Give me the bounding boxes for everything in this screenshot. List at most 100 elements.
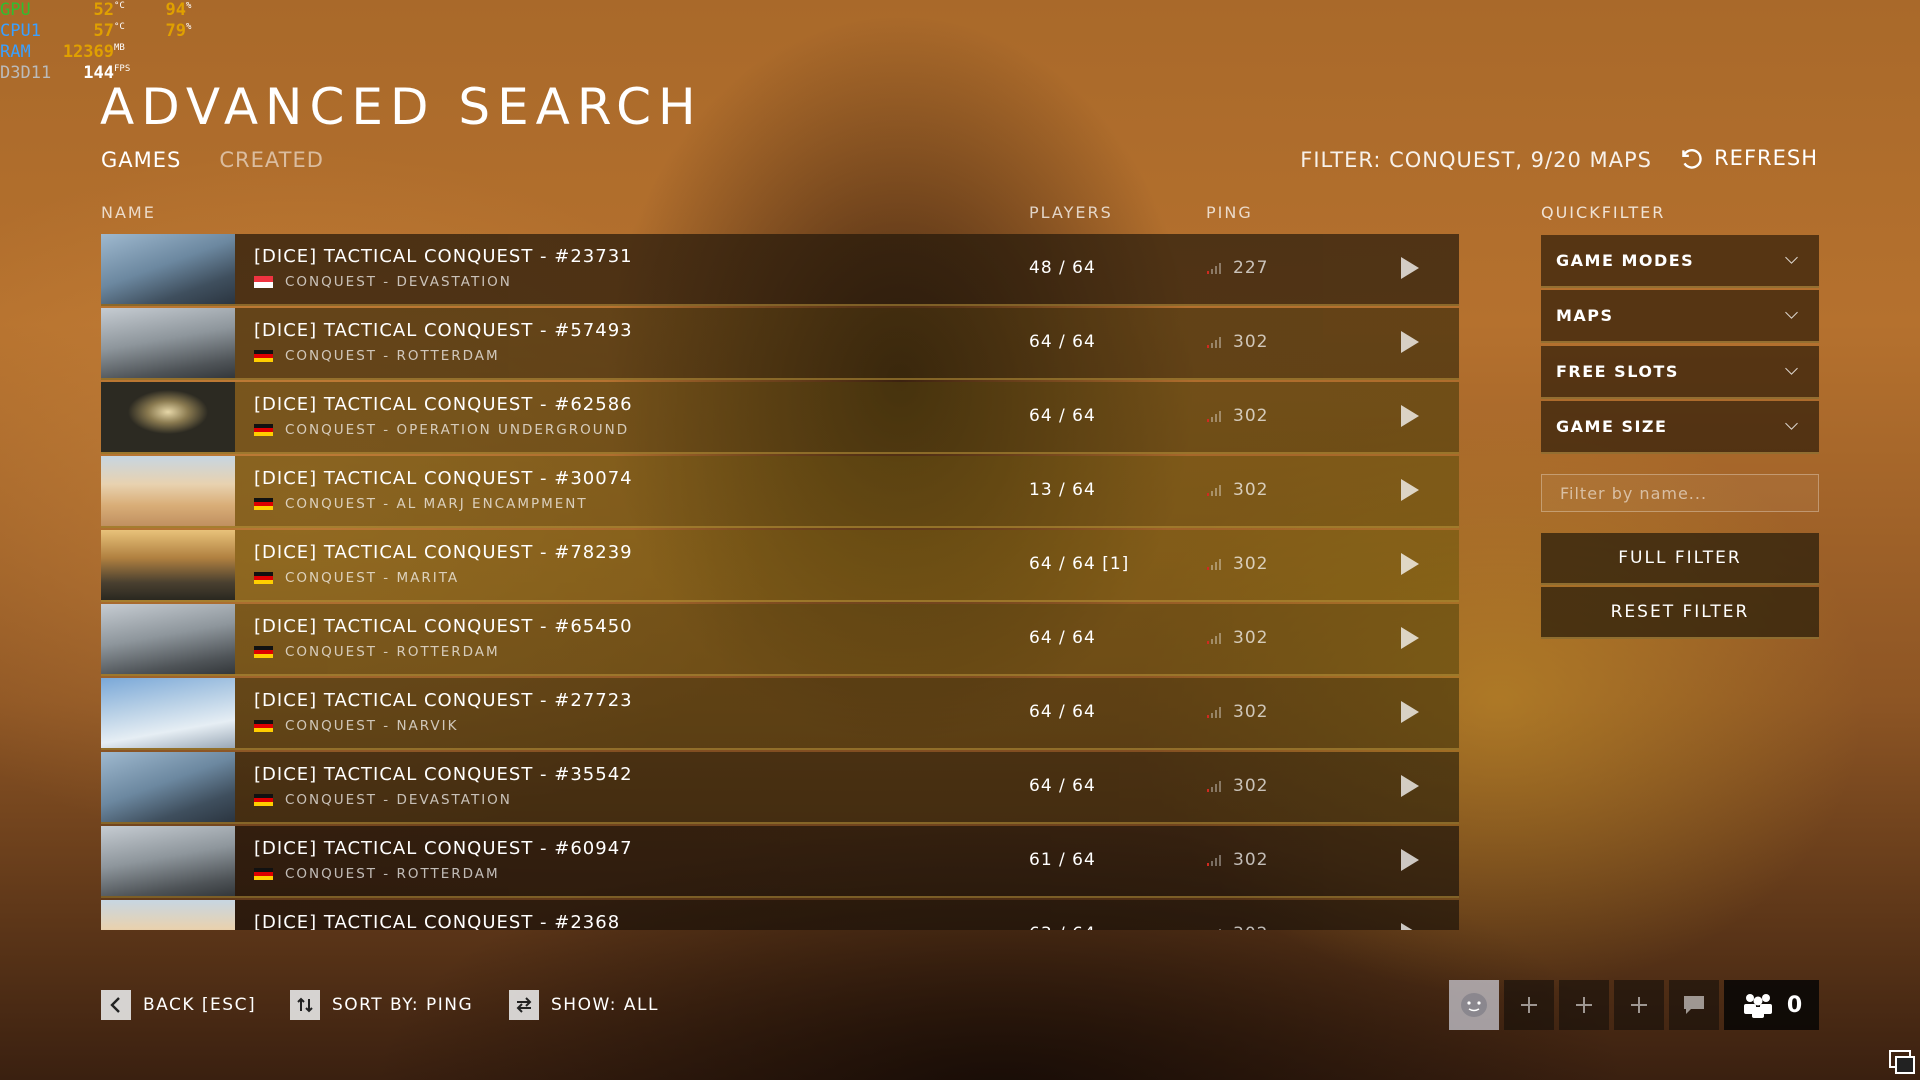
column-header-ping[interactable]: PING (1206, 203, 1253, 222)
squad-slot-self[interactable] (1449, 980, 1499, 1030)
region-flag-icon (254, 868, 273, 880)
quickfilter-label: GAME MODES (1556, 251, 1695, 270)
server-ping: 302 (1207, 628, 1268, 648)
plus-icon (1631, 997, 1647, 1013)
filter-by-name-input[interactable] (1541, 474, 1819, 512)
play-icon[interactable] (1401, 849, 1419, 871)
server-row[interactable]: [DICE] TACTICAL CONQUEST - #30074 CONQUE… (101, 456, 1459, 528)
back-label: BACK [ESC] (143, 995, 257, 1015)
quickfilter-maps[interactable]: MAPS (1541, 290, 1819, 343)
column-header-players[interactable]: PLAYERS (1029, 203, 1113, 222)
server-name: [DICE] TACTICAL CONQUEST - #62586 (254, 394, 633, 415)
server-name: [DICE] TACTICAL CONQUEST - #60947 (254, 838, 633, 859)
server-row[interactable]: [DICE] TACTICAL CONQUEST - #27723 CONQUE… (101, 678, 1459, 750)
map-thumbnail (101, 752, 235, 822)
server-ping: 302 (1207, 480, 1268, 500)
server-row[interactable]: [DICE] TACTICAL CONQUEST - #35542 CONQUE… (101, 752, 1459, 824)
server-mode-map: CONQUEST - OPERATION UNDERGROUND (285, 422, 630, 438)
server-players: 63 / 64 (1029, 924, 1096, 930)
map-thumbnail (101, 308, 235, 378)
signal-bars-icon (1207, 780, 1221, 792)
quickfilter-game-modes[interactable]: GAME MODES (1541, 235, 1819, 288)
play-icon[interactable] (1401, 331, 1419, 353)
region-flag-icon (254, 720, 273, 732)
server-ping-value: 302 (1233, 554, 1269, 574)
map-thumbnail (101, 456, 235, 526)
column-header-name[interactable]: NAME (101, 203, 156, 222)
server-ping-value: 302 (1233, 776, 1269, 796)
server-players: 64 / 64 (1029, 332, 1096, 352)
soldier-avatar-icon (1461, 993, 1487, 1017)
server-row[interactable]: [DICE] TACTICAL CONQUEST - #23731 CONQUE… (101, 234, 1459, 306)
server-players: 64 / 64 [1] (1029, 554, 1130, 574)
signal-bars-icon (1207, 632, 1221, 644)
overlay-value: 57 (93, 21, 114, 41)
server-name: [DICE] TACTICAL CONQUEST - #23731 (254, 246, 633, 267)
server-name: [DICE] TACTICAL CONQUEST - #57493 (254, 320, 633, 341)
overlay-value: 94 (165, 0, 186, 20)
refresh-label: REFRESH (1714, 146, 1818, 170)
server-list[interactable]: [DICE] TACTICAL CONQUEST - #23731 CONQUE… (101, 234, 1459, 930)
chevron-down-icon (1785, 251, 1798, 264)
squad-slot-empty[interactable] (1504, 980, 1554, 1030)
plus-icon (1521, 997, 1537, 1013)
tab-created[interactable]: CREATED (219, 148, 324, 172)
refresh-icon (1682, 148, 1702, 169)
server-players: 64 / 64 (1029, 628, 1096, 648)
chat-button[interactable] (1669, 980, 1719, 1030)
play-icon[interactable] (1401, 479, 1419, 501)
server-row[interactable]: [DICE] TACTICAL CONQUEST - #57493 CONQUE… (101, 308, 1459, 380)
server-row[interactable]: [DICE] TACTICAL CONQUEST - #62586 CONQUE… (101, 382, 1459, 454)
server-players: 64 / 64 (1029, 776, 1096, 796)
region-flag-icon (254, 572, 273, 584)
server-row[interactable]: [DICE] TACTICAL CONQUEST - #78239 CONQUE… (101, 530, 1459, 602)
sort-icon (290, 990, 320, 1020)
chevron-down-icon (1785, 306, 1798, 319)
play-icon[interactable] (1401, 405, 1419, 427)
server-players: 61 / 64 (1029, 850, 1096, 870)
map-thumbnail (101, 234, 235, 304)
map-thumbnail (101, 530, 235, 600)
server-ping-value: 302 (1233, 332, 1269, 352)
play-icon[interactable] (1401, 627, 1419, 649)
overlay-label: D3D11 (0, 63, 52, 83)
quickfilter-game-size[interactable]: GAME SIZE (1541, 401, 1819, 454)
quickfilter-label: MAPS (1556, 306, 1614, 325)
back-button[interactable]: BACK [ESC] (101, 990, 256, 1020)
squad-slot-empty[interactable] (1559, 980, 1609, 1030)
play-icon[interactable] (1401, 923, 1419, 930)
overlay-value: 12369 (62, 42, 114, 62)
play-icon[interactable] (1401, 701, 1419, 723)
server-subtitle: CONQUEST - AL MARJ ENCAMPMENT (254, 496, 588, 512)
show-button[interactable]: SHOW: ALL (509, 990, 659, 1020)
overlay-value: 79 (165, 21, 186, 41)
play-icon[interactable] (1401, 775, 1419, 797)
play-icon[interactable] (1401, 553, 1419, 575)
friends-button[interactable]: 0 (1724, 980, 1819, 1030)
map-thumbnail (101, 826, 235, 896)
server-row[interactable]: [DICE] TACTICAL CONQUEST - #2368 CONQUES… (101, 900, 1459, 930)
server-players: 64 / 64 (1029, 406, 1096, 426)
play-icon[interactable] (1401, 257, 1419, 279)
full-filter-button[interactable]: FULL FILTER (1541, 533, 1819, 585)
quickfilter-free-slots[interactable]: FREE SLOTS (1541, 346, 1819, 399)
tab-games[interactable]: GAMES (101, 148, 181, 172)
server-row[interactable]: [DICE] TACTICAL CONQUEST - #60947 CONQUE… (101, 826, 1459, 898)
server-players: 13 / 64 (1029, 480, 1096, 500)
server-subtitle: CONQUEST - ROTTERDAM (254, 644, 500, 660)
reset-filter-button[interactable]: RESET FILTER (1541, 587, 1819, 639)
refresh-button[interactable]: REFRESH (1678, 145, 1818, 171)
overlay-label: GPU (0, 0, 31, 20)
server-name: [DICE] TACTICAL CONQUEST - #2368 (254, 912, 621, 930)
server-row[interactable]: [DICE] TACTICAL CONQUEST - #65450 CONQUE… (101, 604, 1459, 676)
filter-summary[interactable]: FILTER: CONQUEST, 9/20 MAPS (1300, 148, 1652, 172)
sort-button[interactable]: SORT BY: PING (290, 990, 473, 1020)
squad-slot-empty[interactable] (1614, 980, 1664, 1030)
signal-bars-icon (1207, 558, 1221, 570)
server-mode-map: CONQUEST - ROTTERDAM (285, 644, 500, 660)
server-ping: 302 (1207, 776, 1268, 796)
server-ping-value: 302 (1233, 406, 1269, 426)
quickfilter-title: QUICKFILTER (1541, 203, 1666, 222)
chat-icon (1684, 996, 1704, 1014)
map-thumbnail (101, 382, 235, 452)
